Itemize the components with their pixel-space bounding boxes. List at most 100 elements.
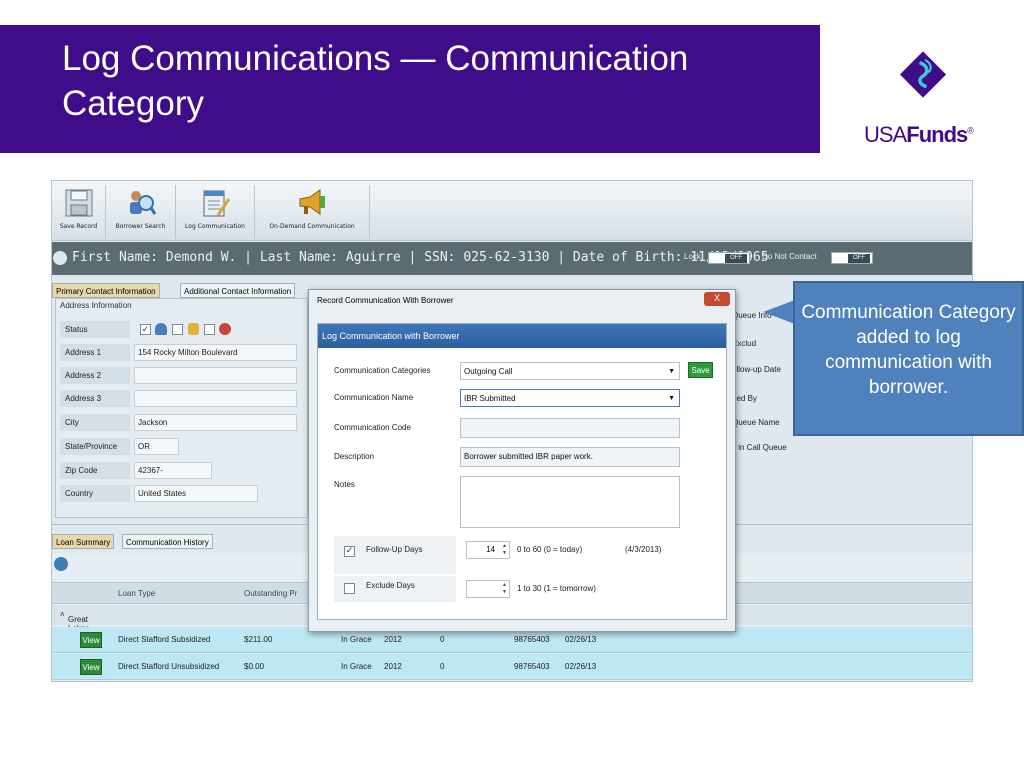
- save-button[interactable]: Save: [688, 362, 713, 378]
- log-communication-form: Log Communication with Borrower Communic…: [317, 323, 727, 620]
- tab-primary-contact[interactable]: Primary Contact Information: [52, 283, 160, 298]
- description-label: Description: [334, 452, 375, 461]
- follow-up-date: (4/3/2013): [625, 545, 662, 554]
- notebook-pencil-icon: [203, 190, 231, 217]
- status-icons: ✓: [136, 321, 234, 338]
- save-record-button[interactable]: Save Record: [52, 185, 106, 239]
- status-label: Status: [60, 321, 130, 338]
- usafunds-wordmark: USAFunds®: [864, 122, 974, 148]
- categories-selected-value: Outgoing Call: [464, 367, 513, 376]
- chevron-down-icon: ▼: [668, 395, 675, 402]
- exclude-hint: 1 to 30 (1 = tomorrow): [517, 584, 596, 593]
- lock-toggle-state: OFF: [725, 254, 747, 263]
- borrower-summary: First Name: Demond W. | Last Name: Aguir…: [72, 250, 769, 265]
- toolbar-label: On-Demand Communication: [269, 223, 355, 230]
- communication-code-field[interactable]: [460, 418, 680, 438]
- callout-pointer: [763, 300, 795, 324]
- people-search-icon: [129, 191, 156, 215]
- record-communication-dialog: Record Communication With Borrower X Log…: [308, 289, 736, 632]
- table-row: View Direct Stafford Unsubsidized $0.00 …: [52, 654, 972, 680]
- view-button[interactable]: View: [80, 632, 102, 648]
- spinner-arrows-icon[interactable]: ▲ ▼: [502, 582, 507, 596]
- logo-registered-mark: ®: [967, 125, 974, 136]
- communication-categories-label: Communication Categories: [334, 366, 431, 375]
- lock-toggle[interactable]: OFF: [708, 252, 750, 264]
- do-not-contact-label: Do Not Contact: [762, 252, 817, 261]
- dialog-title: Record Communication With Borrower: [317, 296, 454, 305]
- toolbar-label: Borrower Search: [115, 223, 166, 230]
- col-outstanding-principal[interactable]: Outstanding Pr: [244, 589, 297, 598]
- lock-icon: [188, 323, 199, 335]
- follow-up-days-stepper[interactable]: 14 ▲ ▼: [466, 541, 510, 559]
- address1-field[interactable]: 154 Rocky Milton Boulevard: [134, 344, 297, 361]
- callout-text: Communication Category added to log comm…: [801, 302, 1016, 398]
- address3-label: Address 3: [60, 390, 130, 407]
- log-communication-button[interactable]: Log Communication: [176, 185, 255, 239]
- state-field[interactable]: OR: [134, 438, 179, 455]
- cell-count: 0: [440, 662, 445, 671]
- borrower-search-button[interactable]: Borrower Search: [106, 185, 176, 239]
- communication-code-label: Communication Code: [334, 423, 411, 432]
- address2-field[interactable]: [134, 367, 297, 384]
- col-loan-type[interactable]: Loan Type: [118, 589, 155, 598]
- address3-field[interactable]: [134, 390, 297, 407]
- status-checkbox[interactable]: ✓: [140, 324, 151, 335]
- city-label: City: [60, 414, 130, 431]
- do-not-contact-toggle[interactable]: OFF: [831, 252, 873, 264]
- follow-up-checkbox[interactable]: ✓: [344, 546, 355, 557]
- cell-balance: $0.00: [244, 662, 265, 671]
- toolbar: Save Record Borrower Search Log Communic…: [52, 181, 972, 241]
- status-in-call-queue-label: s in Call Queue: [732, 443, 787, 452]
- cell-status: In Grace: [341, 635, 372, 644]
- cell-count: 0: [440, 635, 445, 644]
- chevron-down-icon: ▼: [668, 368, 675, 375]
- tab-additional-contact[interactable]: Additional Contact Information: [180, 283, 296, 298]
- cell-balance: $211.00: [244, 635, 273, 644]
- slide-title: Log Communications — Communication Categ…: [62, 39, 689, 123]
- state-label: State/Province: [60, 438, 130, 455]
- view-button[interactable]: View: [80, 659, 102, 675]
- cell-loan-type: Direct Stafford Unsubsidized: [118, 662, 220, 671]
- communication-categories-select[interactable]: Outgoing Call ▼: [460, 362, 680, 380]
- follow-up-days-value: 14: [486, 545, 495, 554]
- do-not-contact-toggle-state: OFF: [848, 254, 870, 263]
- toolbar-label: Log Communication: [185, 223, 245, 230]
- lock-label: Lock: [684, 252, 701, 261]
- cell-id: 98765403: [514, 635, 550, 644]
- notes-textarea[interactable]: [460, 476, 680, 528]
- country-label: Country: [60, 485, 130, 502]
- status-checkbox-3[interactable]: [204, 324, 215, 335]
- collapse-toggle-icon[interactable]: [53, 251, 67, 265]
- borrower-info-bar: First Name: Demond W. | Last Name: Aguir…: [52, 242, 972, 275]
- status-checkbox-2[interactable]: [172, 324, 183, 335]
- country-field[interactable]: United States: [134, 485, 258, 502]
- zip-field[interactable]: 42367-: [134, 462, 212, 479]
- name-selected-value: IBR Submitted: [464, 394, 516, 403]
- zip-label: Zip Code: [60, 462, 130, 479]
- address1-label: Address 1: [60, 344, 130, 361]
- no-symbol-icon: [219, 323, 231, 335]
- description-field[interactable]: Borrower submitted IBR paper work.: [460, 447, 680, 467]
- megaphone-icon: [299, 189, 325, 215]
- tab-loan-summary[interactable]: Loan Summary: [52, 534, 115, 549]
- form-header: Log Communication with Borrower: [318, 324, 726, 348]
- cell-id: 98765403: [514, 662, 550, 671]
- follow-up-hint: 0 to 60 (0 = today): [517, 545, 583, 554]
- city-field[interactable]: Jackson: [134, 414, 297, 431]
- cell-status: In Grace: [341, 662, 372, 671]
- close-button[interactable]: X: [704, 292, 730, 306]
- communication-name-label: Communication Name: [334, 393, 414, 402]
- on-demand-communication-button[interactable]: On-Demand Communication: [255, 185, 370, 239]
- communication-name-select[interactable]: IBR Submitted ▼: [460, 389, 680, 407]
- queue-name-label: Queue Name: [732, 418, 780, 427]
- refresh-icon[interactable]: [54, 557, 68, 571]
- group-label: ˄ Great Lakes: [60, 610, 89, 633]
- exclude-days-checkbox[interactable]: [344, 583, 355, 594]
- address-legend: Address Information: [60, 301, 132, 310]
- tab-communication-history[interactable]: Communication History: [122, 534, 213, 549]
- usafunds-logo: [899, 51, 947, 98]
- cell-year: 2012: [384, 635, 402, 644]
- spinner-arrows-icon[interactable]: ▲ ▼: [502, 543, 507, 557]
- exclude-days-stepper[interactable]: ▲ ▼: [466, 580, 510, 598]
- callout-box: Communication Category added to log comm…: [793, 281, 1024, 436]
